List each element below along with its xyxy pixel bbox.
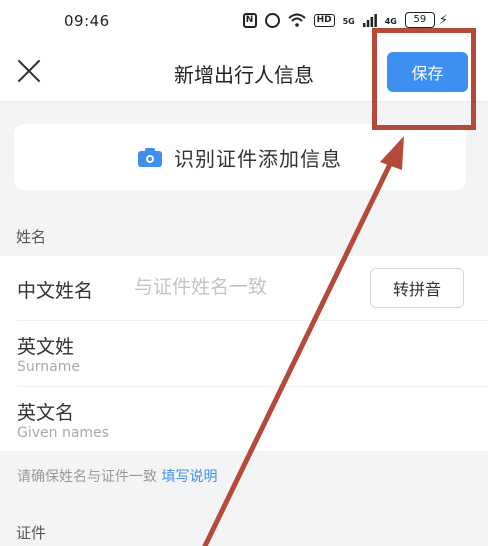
status-time: 09:46	[64, 12, 110, 30]
surname-label: 英文姓	[17, 336, 75, 358]
convert-pinyin-button[interactable]: 转拼音	[370, 268, 464, 308]
nfc-icon: N	[242, 12, 257, 28]
alarm-icon	[264, 12, 280, 28]
nav-bar: 新增出行人信息 保存	[0, 40, 488, 102]
given-names-input[interactable]	[134, 400, 454, 440]
battery-icon: 59	[404, 12, 435, 28]
hd-badge: HD	[313, 13, 335, 27]
given-names-sub-label: Given names	[17, 425, 109, 441]
chinese-name-input[interactable]	[134, 273, 354, 301]
camera-icon	[138, 147, 162, 167]
wifi-icon	[287, 13, 306, 27]
charging-icon: ⚡	[438, 12, 448, 28]
divider	[17, 320, 488, 321]
section-label-name: 姓名	[16, 228, 47, 246]
network-label-4g: 4G	[384, 17, 397, 26]
name-form: 中文姓名 转拼音 英文姓 Surname 英文名 Given names	[0, 256, 488, 451]
fill-instructions-link[interactable]: 填写说明	[161, 469, 217, 485]
scan-id-label: 识别证件添加信息	[174, 146, 342, 171]
save-button[interactable]: 保存	[387, 52, 468, 92]
battery-level: 59	[413, 14, 427, 25]
chinese-name-label: 中文姓名	[17, 280, 94, 302]
status-icons: N HD 5G 4G 59 ⚡	[242, 12, 448, 28]
signal-icon-5g: 5G	[343, 13, 355, 27]
signal-icon-4g: 4G	[385, 13, 397, 27]
surname-sub-label: Surname	[17, 359, 80, 375]
name-hint-text: 请确保姓名与证件一致	[17, 469, 157, 485]
section-label-certificate: 证件	[16, 524, 47, 542]
signal-bars-icon	[362, 13, 377, 27]
surname-input[interactable]	[134, 334, 454, 374]
divider	[17, 386, 488, 387]
status-bar: 09:46 N HD 5G 4G 59 ⚡	[0, 0, 488, 40]
given-names-label: 英文名	[17, 402, 75, 424]
network-label-5g: 5G	[342, 17, 355, 26]
scan-id-button[interactable]: 识别证件添加信息	[14, 124, 466, 190]
name-hint: 请确保姓名与证件一致 填写说明	[17, 466, 217, 486]
